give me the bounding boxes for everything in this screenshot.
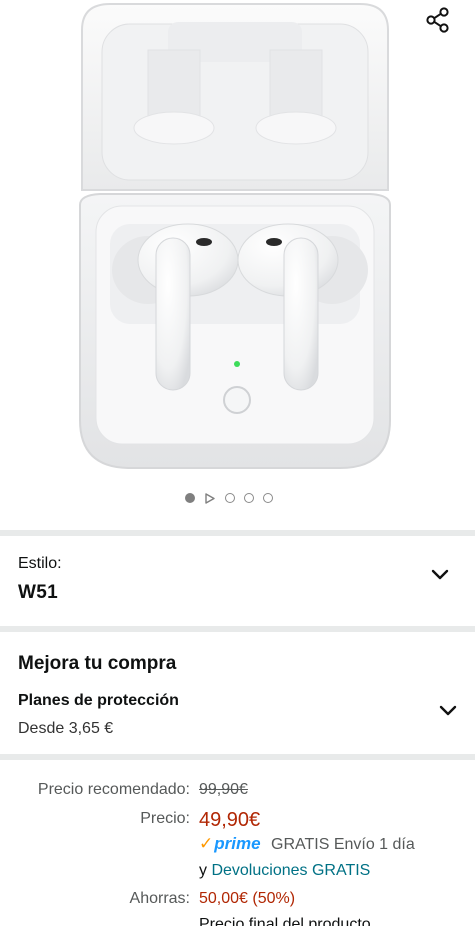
prime-badge: ✓ prime <box>199 834 261 853</box>
prime-shipping: ✓ prime GRATIS Envío 1 día <box>199 834 415 854</box>
chevron-down-icon <box>439 705 457 716</box>
list-price-value: 99,90€ <box>199 781 248 798</box>
protection-plans-selector[interactable]: Planes de protección Desde 3,65 € <box>0 684 475 744</box>
share-button[interactable] <box>422 4 454 36</box>
pricing-section: Precio recomendado: 99,90€ Precio: 49,90… <box>0 760 475 926</box>
savings-label: Ahorras: <box>129 890 190 907</box>
protection-plans-price: Desde 3,65 € <box>18 720 114 737</box>
style-label: Estilo: <box>18 555 62 572</box>
price-value: 49,90€ <box>199 809 261 831</box>
product-image <box>79 3 391 469</box>
upgrade-section: Mejora tu compra Planes de protección De… <box>0 632 475 754</box>
product-image-carousel[interactable] <box>0 0 475 530</box>
savings-value: 50,00€ (50%) <box>199 890 296 907</box>
share-icon <box>426 7 449 33</box>
carousel-dot[interactable] <box>225 493 235 503</box>
protection-plans-title: Planes de protección <box>18 692 179 709</box>
returns-line: y Devoluciones GRATIS <box>199 862 370 880</box>
carousel-dot[interactable] <box>244 493 254 503</box>
play-icon <box>205 492 215 504</box>
free-returns-link[interactable]: Devoluciones GRATIS <box>211 862 370 879</box>
final-price-note: Precio final del producto <box>199 916 371 926</box>
shipping-text: GRATIS Envío 1 día <box>271 836 415 853</box>
style-value: W51 <box>18 582 58 603</box>
returns-prefix: y <box>199 862 207 879</box>
carousel-dot[interactable] <box>263 493 273 503</box>
chevron-down-icon <box>431 569 449 580</box>
style-selector[interactable]: Estilo: W51 <box>0 538 475 626</box>
section-divider <box>0 530 475 536</box>
carousel-video-indicator[interactable] <box>204 492 216 504</box>
list-price-label: Precio recomendado: <box>37 781 190 798</box>
carousel-dot[interactable] <box>185 493 195 503</box>
prime-check-icon: ✓ <box>199 834 214 853</box>
price-label: Precio: <box>140 810 190 827</box>
carousel-indicators <box>185 492 273 504</box>
upgrade-title: Mejora tu compra <box>18 653 177 674</box>
